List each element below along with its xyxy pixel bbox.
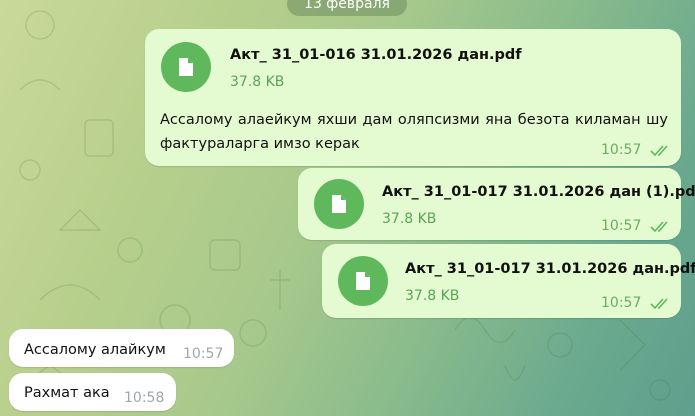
file-size: 37.8 KB: [230, 74, 285, 90]
message-time: 10:57: [601, 142, 642, 158]
outgoing-message-file[interactable]: Акт_ 31_01-017 31.01.2026 дан (1).pdf 37…: [298, 168, 695, 240]
file-name[interactable]: Акт_ 31_01-017 31.01.2026 дан (1).pdf: [382, 184, 695, 200]
file-icon: [332, 195, 346, 213]
double-check-icon: [650, 145, 668, 157]
double-check-icon: [650, 221, 668, 233]
outgoing-message-file[interactable]: Акт_ 31_01-017 31.01.2026 дан.pdf 37.8 K…: [322, 244, 695, 318]
message-time: 10:58: [124, 390, 165, 406]
file-size: 37.8 KB: [405, 288, 460, 304]
message-text: Ассалому алаейкум яхши дам оляпсизми яна…: [160, 112, 668, 152]
message-text: Рахмат ака: [24, 385, 110, 401]
file-download-button[interactable]: [338, 256, 388, 306]
message-time: 10:57: [601, 295, 642, 311]
message-time: 10:57: [183, 346, 224, 362]
file-size: 37.8 KB: [382, 211, 437, 227]
file-download-button[interactable]: [161, 42, 211, 92]
file-download-button[interactable]: [314, 179, 364, 229]
date-separator: 13 февраля: [287, 0, 407, 16]
double-check-icon: [650, 298, 668, 310]
incoming-message[interactable]: Рахмат ака 10:58: [9, 373, 176, 411]
file-icon: [356, 272, 370, 290]
incoming-message[interactable]: Ассалому алайкум 10:57: [9, 329, 234, 367]
file-icon: [179, 58, 193, 76]
outgoing-message-file-with-text[interactable]: Акт_ 31_01-016 31.01.2026 дан.pdf 37.8 K…: [145, 29, 681, 166]
file-name[interactable]: Акт_ 31_01-016 31.01.2026 дан.pdf: [230, 47, 522, 63]
file-name[interactable]: Акт_ 31_01-017 31.01.2026 дан.pdf: [405, 261, 695, 277]
message-time: 10:57: [601, 218, 642, 234]
message-text: Ассалому алайкум: [24, 342, 166, 358]
